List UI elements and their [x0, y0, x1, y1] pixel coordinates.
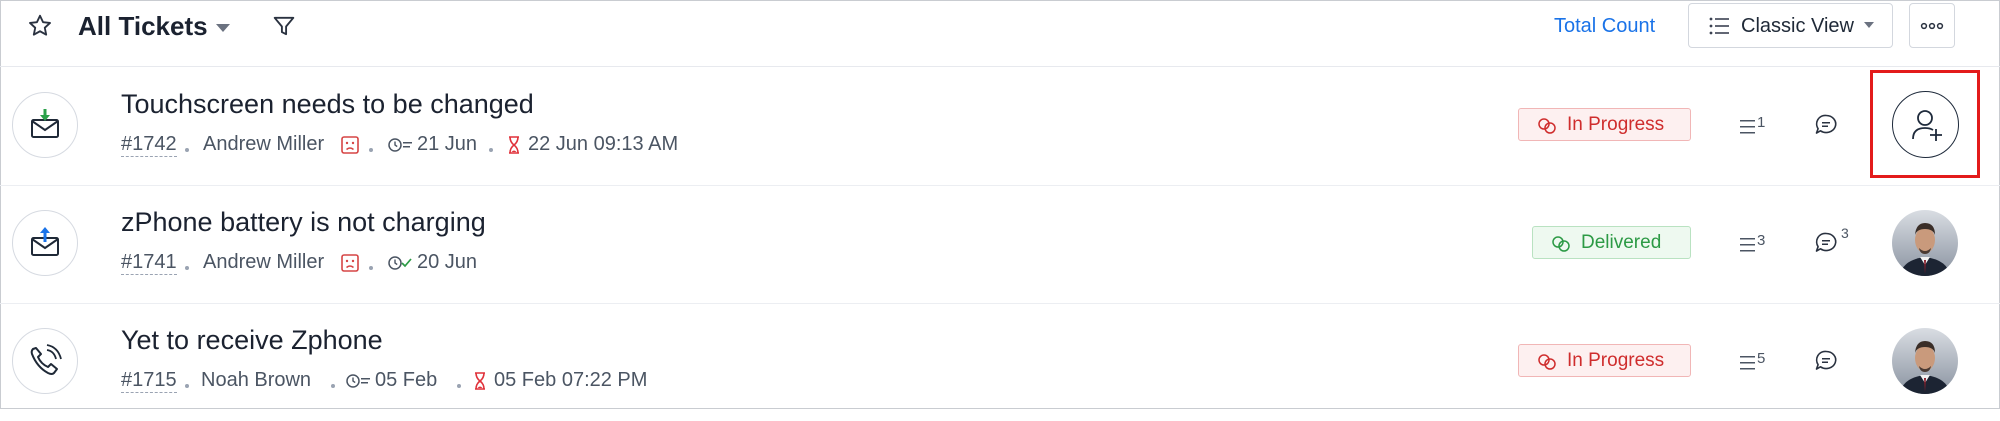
comment-count[interactable]: 3	[1814, 225, 1854, 257]
due-date: 22 Jun 09:13 AM	[528, 133, 679, 155]
highlight-box	[1870, 70, 1980, 178]
comment-count-value: 3	[1841, 225, 1849, 241]
chevron-down-icon	[1864, 22, 1874, 28]
created-time-icon	[346, 374, 370, 388]
thread-count[interactable]: 1	[1740, 114, 1770, 137]
status-label: Delivered	[1581, 232, 1662, 253]
due-hourglass-icon	[509, 136, 519, 154]
ticket-subject[interactable]: Yet to receive Zphone	[121, 325, 383, 356]
separator-dot	[185, 266, 189, 270]
ticket-row[interactable]: Touchscreen needs to be changed #1742 An…	[0, 67, 2000, 186]
phone-call-icon	[30, 344, 62, 375]
ticket-row[interactable]: zPhone battery is not charging #1741 And…	[0, 185, 2000, 304]
separator-dot	[369, 148, 373, 152]
thread-count-value: 5	[1757, 350, 1766, 367]
thread-count-value: 3	[1757, 232, 1766, 249]
email-incoming-icon	[31, 109, 59, 138]
assignee-avatar[interactable]	[1892, 210, 1958, 276]
list-view-icon	[1709, 17, 1729, 35]
separator-dot	[331, 384, 335, 388]
view-dropdown-caret-icon[interactable]	[216, 24, 230, 32]
ticket-subject[interactable]: zPhone battery is not charging	[121, 207, 486, 238]
filter-icon[interactable]	[270, 12, 298, 40]
contact-name[interactable]: Andrew Miller	[203, 133, 324, 156]
created-date: 20 Jun	[417, 251, 478, 273]
email-outgoing-icon	[31, 227, 59, 256]
view-title[interactable]: All Tickets	[78, 11, 208, 42]
ticket-number[interactable]: #1715	[121, 369, 177, 393]
view-mode-label: Classic View	[1741, 15, 1854, 37]
contact-name[interactable]: Noah Brown	[201, 369, 311, 392]
status-in-progress-icon	[1538, 354, 1556, 370]
due-hourglass-icon	[475, 372, 485, 390]
ticket-channel	[12, 210, 78, 276]
status-label: In Progress	[1567, 350, 1665, 371]
ticket-row[interactable]: Yet to receive Zphone #1715 Noah Brown 0…	[0, 303, 2000, 421]
more-dots-icon	[1920, 22, 1944, 30]
ticket-number[interactable]: #1742	[121, 133, 177, 157]
created-date: 05 Feb	[375, 369, 438, 391]
ticket-subject[interactable]: Touchscreen needs to be changed	[121, 89, 534, 120]
status-badge[interactable]: In Progress	[1518, 108, 1691, 141]
comment-count[interactable]	[1814, 113, 1854, 139]
separator-dot	[489, 148, 493, 152]
created-date: 21 Jun	[417, 133, 478, 155]
status-delivered-icon	[1552, 236, 1570, 252]
closed-time-icon	[388, 256, 412, 270]
separator-dot	[457, 384, 461, 388]
total-count-link[interactable]: Total Count	[1554, 15, 1655, 38]
status-badge[interactable]: In Progress	[1518, 344, 1691, 377]
comment-bubble-icon	[1815, 350, 1837, 370]
more-options-button[interactable]	[1909, 3, 1955, 48]
ticket-number[interactable]: #1741	[121, 251, 177, 275]
list-header: All Tickets Total Count Classic View	[0, 0, 2000, 67]
assignee-avatar[interactable]	[1892, 328, 1958, 394]
due-date: 05 Feb 07:22 PM	[494, 369, 648, 391]
ticket-channel	[12, 92, 78, 158]
ticket-channel	[12, 328, 78, 394]
separator-dot	[369, 266, 373, 270]
created-time-icon	[388, 138, 412, 152]
status-in-progress-icon	[1538, 118, 1556, 134]
comment-bubble-icon	[1815, 114, 1837, 134]
status-badge[interactable]: Delivered	[1532, 226, 1691, 259]
separator-dot	[185, 148, 189, 152]
thread-count-value: 1	[1757, 114, 1766, 131]
thread-lines-icon	[1740, 238, 1755, 252]
sad-face-icon	[341, 136, 359, 154]
thread-lines-icon	[1740, 120, 1755, 134]
comment-count[interactable]	[1814, 349, 1854, 375]
separator-dot	[185, 384, 189, 388]
thread-count[interactable]: 5	[1740, 350, 1770, 373]
star-icon[interactable]	[26, 12, 54, 40]
agent-photo-icon	[1892, 210, 1958, 276]
contact-name[interactable]: Andrew Miller	[203, 251, 324, 274]
comment-bubble-icon	[1815, 232, 1837, 252]
thread-count[interactable]: 3	[1740, 232, 1770, 255]
sad-face-icon	[341, 254, 359, 272]
status-label: In Progress	[1567, 114, 1665, 135]
view-mode-dropdown[interactable]: Classic View	[1688, 3, 1893, 48]
agent-photo-icon	[1892, 328, 1958, 394]
thread-lines-icon	[1740, 356, 1755, 370]
